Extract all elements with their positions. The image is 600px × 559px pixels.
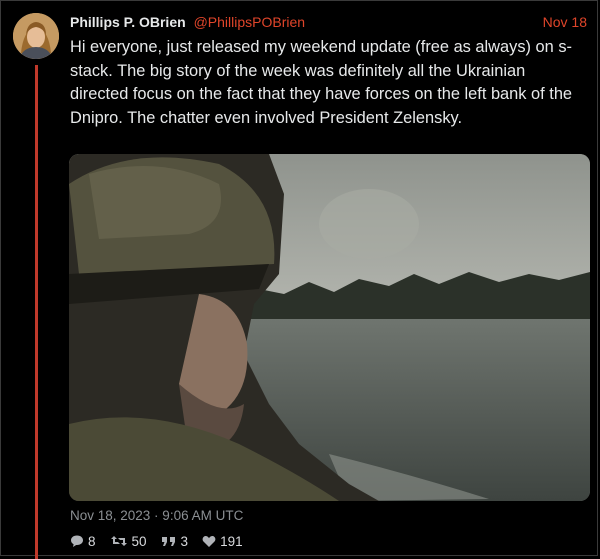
author-name[interactable]: Phillips P. OBrien <box>70 14 186 30</box>
comment-icon <box>71 535 83 547</box>
reply-count: 8 <box>88 533 96 549</box>
retweet-icon <box>110 536 127 546</box>
tweet-date-link[interactable]: Nov 18 <box>543 13 587 31</box>
tweet-header: Phillips P. OBrien @PhillipsPOBrien Nov … <box>70 13 587 31</box>
quote-icon <box>161 537 175 546</box>
retweet-count: 50 <box>131 533 147 549</box>
quote-count: 3 <box>180 533 189 549</box>
author-handle[interactable]: @PhillipsPOBrien <box>194 14 305 30</box>
like-count: 191 <box>220 533 243 549</box>
retweet-stat[interactable]: 50 <box>110 534 147 549</box>
like-stat[interactable]: 191 <box>202 534 243 549</box>
tweet-image[interactable] <box>69 154 590 501</box>
tweet-card: Phillips P. OBrien @PhillipsPOBrien Nov … <box>0 0 598 559</box>
quote-stat[interactable]: 3 <box>161 533 189 549</box>
reply-stat[interactable]: 8 <box>70 534 96 549</box>
avatar[interactable] <box>13 13 59 59</box>
heart-icon <box>202 535 216 547</box>
thread-line <box>35 65 38 559</box>
tweet-stats: 8 50 3 191 <box>70 532 257 550</box>
tweet-text: Hi everyone, just released my weekend up… <box>70 38 573 127</box>
tweet-timestamp[interactable]: Nov 18, 2023 · 9:06 AM UTC <box>70 508 243 523</box>
